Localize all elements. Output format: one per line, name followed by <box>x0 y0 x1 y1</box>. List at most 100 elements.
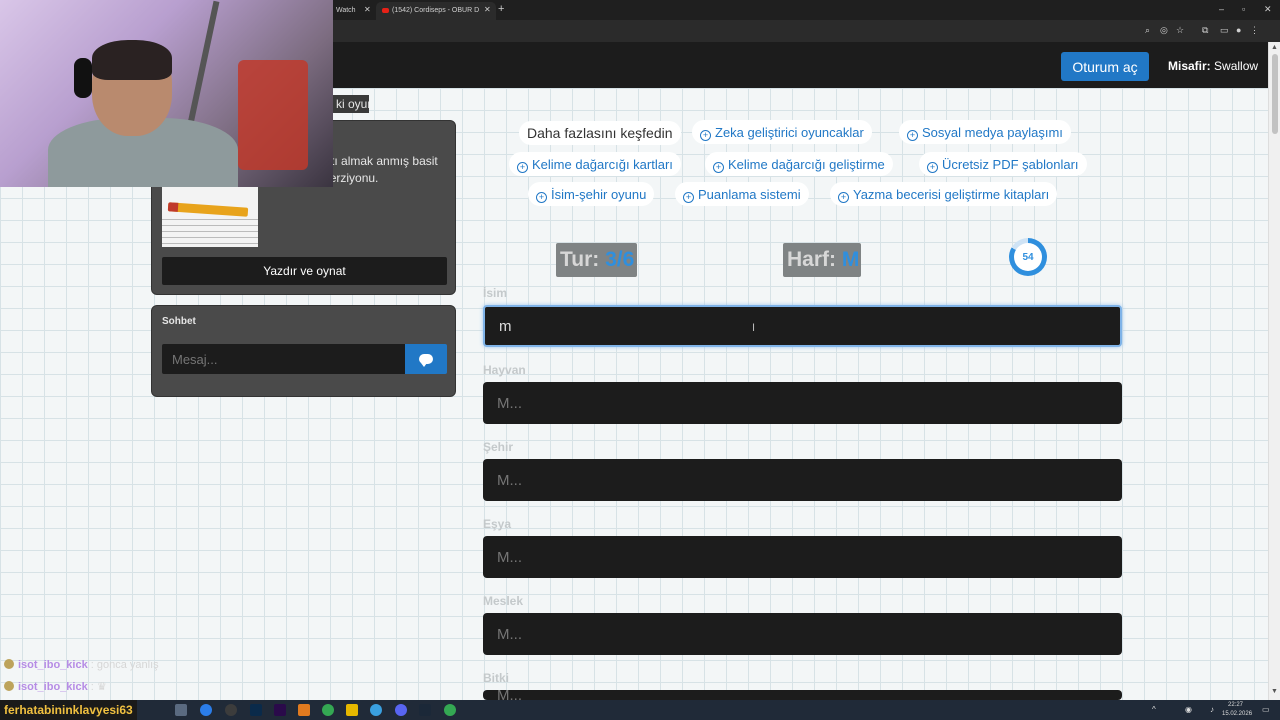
network-icon[interactable]: ◉ <box>1185 705 1192 714</box>
guest-user: Misafir: Swallow <box>1168 59 1258 73</box>
bookmark-star-icon[interactable]: ☆ <box>1176 25 1184 36</box>
discover-link[interactable]: + Ücretsiz PDF şablonları <box>919 152 1087 176</box>
tray-expand-icon[interactable]: ^ <box>1152 705 1156 714</box>
crown-emoji-icon: ♛ <box>96 681 107 693</box>
file-explorer-icon[interactable] <box>346 704 358 716</box>
close-tab-icon[interactable]: ✕ <box>364 5 371 14</box>
close-window-icon[interactable]: ✕ <box>1264 4 1272 15</box>
field-label-profession: Meslek <box>483 594 524 608</box>
discover-link[interactable]: + Sosyal medya paylaşımı <box>899 120 1071 144</box>
overlay-tag: ki oyun <box>333 95 369 113</box>
task-view-icon[interactable] <box>175 704 187 716</box>
app-icon[interactable] <box>370 704 382 716</box>
tab-title: (1542) Cordiseps - OBUR D <box>392 7 480 14</box>
kick-chat-message: isot_ibo_kick : gonca yanlış <box>4 659 159 671</box>
discover-link[interactable]: + Puanlama sistemi <box>675 182 809 206</box>
kick-chat-message: isot_ibo_kick : ♛ <box>4 680 107 693</box>
profession-input[interactable] <box>483 613 1122 655</box>
plus-circle-icon: + <box>700 130 711 141</box>
plus-circle-icon: + <box>838 192 849 203</box>
field-label-animal: Hayvan <box>483 363 526 377</box>
zoom-icon[interactable]: ⌕ <box>1145 25 1150 36</box>
profile-icon[interactable]: ● <box>1236 25 1241 35</box>
timer-value: 54 <box>1014 243 1042 271</box>
notification-icon[interactable]: ▭ <box>1262 705 1270 714</box>
scroll-up-icon[interactable]: ▲ <box>1271 44 1278 51</box>
city-input[interactable] <box>483 459 1122 501</box>
clock-time[interactable]: 22:27 <box>1228 702 1243 708</box>
countdown-timer: 54 <box>1009 238 1047 276</box>
clock-date[interactable]: 15.02.2026 <box>1222 711 1252 717</box>
chat-message-input[interactable] <box>162 344 405 374</box>
plus-circle-icon: + <box>517 162 528 173</box>
print-and-play-button[interactable]: Yazdır ve oynat <box>162 257 447 285</box>
discover-link-label: Ücretsiz PDF şablonları <box>942 157 1079 172</box>
print-thumbnail <box>162 187 258 247</box>
steam-icon[interactable] <box>419 704 431 716</box>
plus-circle-icon: + <box>927 162 938 173</box>
guest-label: Misafir: <box>1168 59 1211 73</box>
discover-link-label: Kelime dağarcığı kartları <box>532 157 673 172</box>
discord-icon[interactable] <box>395 704 407 716</box>
app-icon[interactable] <box>225 704 237 716</box>
field-label-object: Eşya <box>483 517 512 531</box>
volume-icon[interactable]: ♪ <box>1210 705 1214 714</box>
kick-message-text: : gonca yanlış <box>90 659 159 671</box>
discover-link[interactable]: + Yazma becerisi geliştirme kitapları <box>830 182 1058 206</box>
discover-link[interactable]: + Kelime dağarcığı kartları <box>509 152 681 176</box>
scroll-down-icon[interactable]: ▼ <box>1271 688 1278 695</box>
discover-link[interactable]: + İsim-şehir oyunu <box>528 182 655 206</box>
extensions-icon[interactable]: ⧉ <box>1202 25 1208 36</box>
close-tab-icon[interactable]: ✕ <box>484 5 491 14</box>
discover-link-label: Yazma becerisi geliştirme kitapları <box>853 187 1050 202</box>
scroll-thumb[interactable] <box>1272 54 1278 134</box>
text-cursor-icon: I <box>752 322 756 334</box>
discover-link-label: Kelime dağarcığı geliştirme <box>728 157 885 172</box>
headphone-icon <box>74 58 92 98</box>
edge-icon[interactable] <box>200 704 212 716</box>
sidebar-icon[interactable]: ▭ <box>1220 25 1229 36</box>
minimize-icon[interactable]: – <box>1219 4 1224 14</box>
discover-link[interactable]: + Zeka geliştirici oyuncaklar <box>692 120 872 144</box>
eye-off-icon[interactable]: ◎ <box>1160 25 1168 36</box>
chat-card: Sohbet <box>151 305 456 397</box>
tab-title: Watch <box>336 7 356 14</box>
new-tab-button[interactable]: + <box>498 3 504 15</box>
chat-send-button[interactable] <box>405 344 447 374</box>
premiere-icon[interactable] <box>274 704 286 716</box>
chat-bubble-icon <box>419 354 433 367</box>
plant-input[interactable] <box>483 690 1122 700</box>
chrome-icon[interactable] <box>444 704 456 716</box>
browser-tab-active[interactable]: (1542) Cordiseps - OBUR D <box>376 2 496 20</box>
guest-name: Swallow <box>1214 59 1259 73</box>
name-input[interactable] <box>483 305 1122 347</box>
discover-link[interactable]: + Kelime dağarcığı geliştirme <box>705 152 893 176</box>
object-input[interactable] <box>483 536 1122 578</box>
kick-username: isot_ibo_kick <box>18 659 88 671</box>
discover-link-label: İsim-şehir oyunu <box>551 187 647 202</box>
photoshop-icon[interactable] <box>250 704 262 716</box>
letter-label: Harf: <box>787 248 837 271</box>
field-label-plant: Bitki <box>483 671 510 685</box>
menu-dots-icon[interactable]: ⋮ <box>1250 25 1259 36</box>
user-badge-icon <box>4 659 14 669</box>
kick-username: isot_ibo_kick <box>18 681 88 693</box>
chrome-icon[interactable] <box>322 704 334 716</box>
login-button[interactable]: Oturum aç <box>1061 52 1149 81</box>
round-indicator: Tur: 3/6 <box>556 243 637 277</box>
user-badge-icon <box>4 681 14 691</box>
kick-message-text: : <box>90 681 94 693</box>
animal-input[interactable] <box>483 382 1122 424</box>
round-value: 3/6 <box>605 248 635 271</box>
plus-circle-icon: + <box>536 192 547 203</box>
discover-link-label: Zeka geliştirici oyuncaklar <box>715 125 864 140</box>
pencil-image <box>167 202 249 217</box>
discover-heading: Daha fazlasını keşfedin <box>519 121 681 145</box>
plus-circle-icon: + <box>907 130 918 141</box>
kick-highlight-user: ferhatabininklavyesi63 <box>0 700 137 720</box>
maximize-icon[interactable]: ▫ <box>1242 4 1245 14</box>
page-scrollbar[interactable]: ▲ ▼ <box>1268 42 1280 700</box>
app-icon[interactable] <box>298 704 310 716</box>
plus-circle-icon: + <box>683 192 694 203</box>
webcam-overlay <box>0 0 333 187</box>
